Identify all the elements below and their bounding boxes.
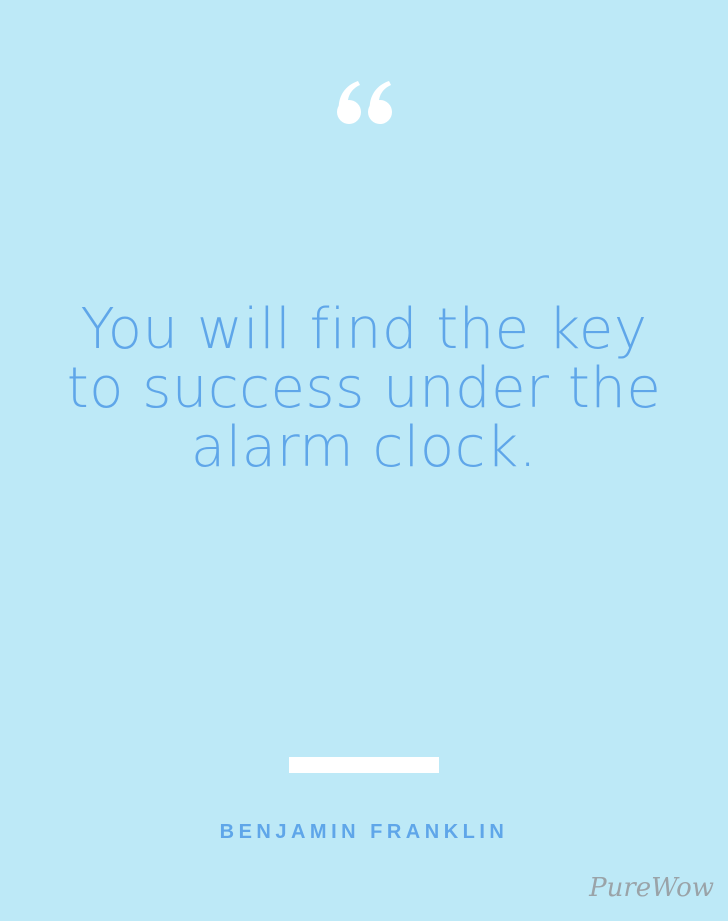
divider xyxy=(289,757,439,773)
quote-text: You will find the key to success under t… xyxy=(66,297,662,480)
brand-logo: PureWow xyxy=(589,873,714,903)
open-quote-icon xyxy=(337,81,392,124)
quote-author: BENJAMIN FRANKLIN xyxy=(219,821,509,843)
